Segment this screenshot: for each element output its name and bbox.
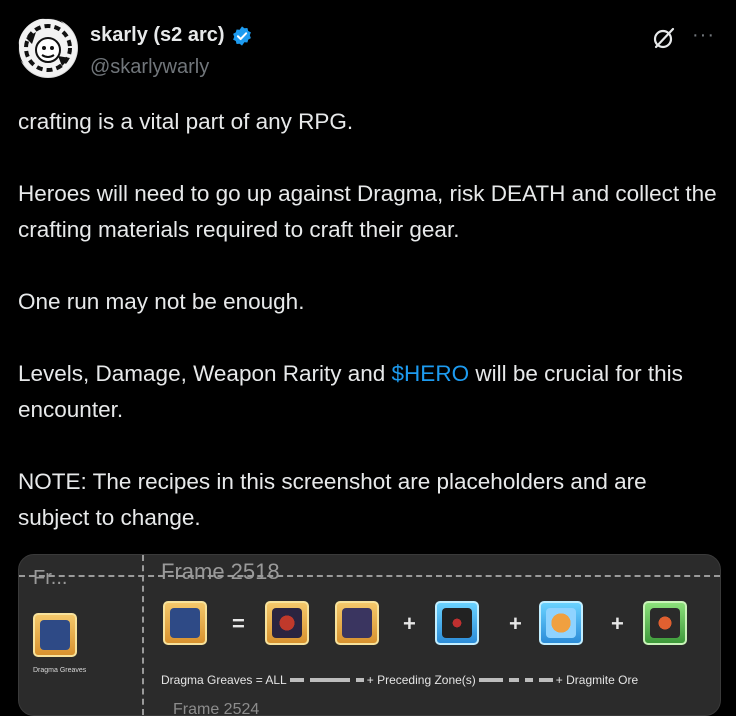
avatar[interactable] — [18, 18, 78, 78]
armor-icon — [342, 608, 372, 638]
item-caption: Dragma Greaves — [33, 667, 87, 674]
frame-divider-vertical — [142, 555, 144, 715]
tweet-paragraph-2: Heroes will need to go up against Dragma… — [18, 181, 717, 242]
gauntlet-ingredient-slot — [435, 601, 479, 645]
ore-ingredient-slot — [539, 601, 583, 645]
frame-label-right: Frame 2518 — [161, 559, 280, 584]
tweet-paragraph-4: Levels, Damage, Weapon Rarity and $HERO … — [18, 356, 723, 428]
tweet-text: crafting is a vital part of any RPG. Her… — [18, 104, 723, 536]
author-display-name[interactable]: skarly (s2 arc) — [90, 24, 225, 47]
frame-label-left: Fr... — [33, 567, 68, 589]
redacted-bar — [524, 678, 533, 682]
verified-badge-icon — [232, 25, 251, 46]
greaves-item-slot — [33, 613, 77, 657]
next-frame-label: Frame 2524 — [173, 701, 260, 716]
recipe-formula: Dragma Greaves = ALL + Preceding Zone(s)… — [161, 673, 638, 687]
tweet-paragraph-1: crafting is a vital part of any RPG. — [18, 109, 354, 134]
redacted-bar — [289, 678, 304, 682]
redacted-bar — [309, 678, 350, 682]
tweet-paragraph-5: NOTE: The recipes in this screenshot are… — [18, 469, 647, 530]
formula-mid: + Preceding Zone(s) — [366, 673, 476, 687]
dragmite-ore-slot — [643, 601, 687, 645]
redacted-bar — [478, 678, 503, 682]
more-dots-icon[interactable]: ··· — [692, 24, 715, 47]
author-handle[interactable]: @skarlywarly — [90, 56, 209, 79]
helmet-icon — [272, 608, 302, 638]
redacted-bar — [508, 678, 519, 682]
helmet-ingredient-slot — [265, 601, 309, 645]
plus-sign-1: + — [403, 611, 416, 636]
tweet-media-image[interactable]: Fr... Frame 2518 Dragma Greaves = + + + … — [18, 554, 721, 716]
greaves-icon — [170, 608, 200, 638]
cashtag-link[interactable]: $HERO — [392, 361, 470, 386]
result-greaves-slot — [163, 601, 207, 645]
dragmite-ore-icon — [650, 608, 680, 638]
redacted-bar — [538, 678, 553, 682]
greaves-icon — [40, 620, 70, 650]
armor-ingredient-slot — [335, 601, 379, 645]
formula-end: + Dragmite Ore — [555, 673, 639, 687]
tweet-paragraph-3: One run may not be enough. — [18, 289, 305, 314]
gauntlet-icon — [442, 608, 472, 638]
equals-sign: = — [232, 611, 245, 636]
plus-sign-2: + — [509, 611, 522, 636]
redacted-bar — [355, 678, 364, 682]
grok-slash-icon[interactable] — [652, 26, 676, 50]
formula-start: Dragma Greaves = ALL — [161, 673, 287, 687]
ore-icon — [546, 608, 576, 638]
p4-text-start: Levels, Damage, Weapon Rarity and — [18, 361, 392, 386]
frame-divider-horizontal — [19, 575, 720, 577]
author-name-row[interactable]: skarly (s2 arc) — [90, 24, 253, 47]
plus-sign-3: + — [611, 611, 624, 636]
